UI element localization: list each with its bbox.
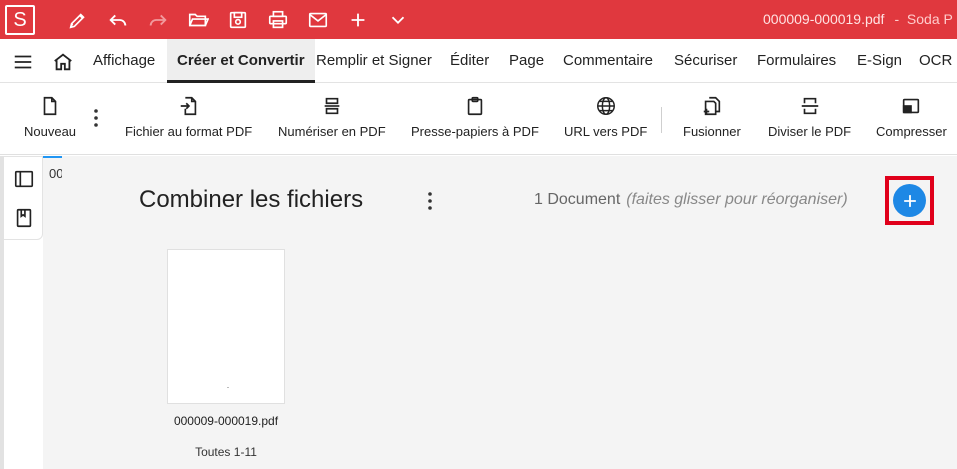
tab-affichage[interactable]: Affichage <box>93 39 155 83</box>
scan-to-pdf-button[interactable]: Numériser en PDF <box>278 84 386 155</box>
globe-icon <box>594 94 618 118</box>
compress-button[interactable]: Compresser <box>876 84 947 155</box>
ribbon-separator <box>661 107 662 133</box>
tab-remplir-et-signer[interactable]: Remplir et Signer <box>316 39 432 83</box>
file-name: 000009-000019.pdf <box>173 414 279 428</box>
page-title: Combiner les fichiers <box>139 186 364 213</box>
save-icon[interactable] <box>226 8 250 32</box>
menu-bar: Affichage Créer et Convertir Remplir et … <box>0 39 957 83</box>
url-to-pdf-button[interactable]: URL vers PDF <box>564 84 647 155</box>
clipboard-to-pdf-button[interactable]: Presse-papiers à PDF <box>411 84 539 155</box>
merge-icon <box>700 94 724 118</box>
print-icon[interactable] <box>266 8 290 32</box>
file-icon <box>38 94 62 118</box>
document-count: 1 Document (faites glisser pour réorganis… <box>534 191 848 209</box>
new-button-label: Nouveau <box>24 124 77 139</box>
tab-creer-et-convertir[interactable]: Créer et Convertir <box>167 39 315 83</box>
side-panel <box>4 156 43 240</box>
combine-options-icon[interactable] <box>420 190 440 212</box>
reorder-hint: (faites glisser pour réorganiser) <box>626 191 848 208</box>
more-options-icon[interactable] <box>86 106 106 130</box>
open-folder-icon[interactable] <box>186 8 210 32</box>
new-button[interactable]: Nouveau <box>24 84 76 155</box>
ribbon-toolbar: Nouveau Fichier au format PDF Numériser … <box>0 84 957 155</box>
file-thumbnail[interactable] <box>167 249 285 404</box>
add-file-button[interactable] <box>893 184 926 217</box>
scanner-icon <box>320 94 344 118</box>
file-to-pdf-label: Fichier au format PDF <box>125 124 253 139</box>
tab-e-sign[interactable]: E-Sign <box>857 39 902 83</box>
merge-label: Fusionner <box>683 124 741 139</box>
scan-to-pdf-label: Numériser en PDF <box>278 124 386 139</box>
panel-toggle-icon[interactable] <box>13 168 35 190</box>
document-tab-peek[interactable] <box>43 156 62 469</box>
tab-page[interactable]: Page <box>509 39 544 83</box>
document-tab-indicator <box>43 156 62 158</box>
clipboard-to-pdf-label: Presse-papiers à PDF <box>411 124 539 139</box>
undo-icon[interactable] <box>106 8 130 32</box>
redo-icon[interactable] <box>146 8 170 32</box>
app-logo[interactable]: S <box>5 5 35 35</box>
merge-button[interactable]: Fusionner <box>683 84 741 155</box>
tab-ocr[interactable]: OCR <box>919 39 952 83</box>
plus-icon[interactable] <box>346 8 370 32</box>
tab-securiser[interactable]: Sécuriser <box>674 39 737 83</box>
file-page-range[interactable]: Toutes 1-11 <box>167 445 285 459</box>
title-bar: S 000009-000019.pdf - Soda P <box>0 0 957 39</box>
pen-icon[interactable] <box>66 8 90 32</box>
split-pdf-label: Diviser le PDF <box>768 124 852 139</box>
bookmark-icon[interactable] <box>13 207 35 229</box>
tab-editer[interactable]: Éditer <box>450 39 489 83</box>
plus-icon <box>903 194 916 207</box>
file-to-pdf-button[interactable]: Fichier au format PDF <box>125 84 252 155</box>
compress-label: Compresser <box>876 124 947 139</box>
split-pdf-button[interactable]: Diviser le PDF <box>768 84 851 155</box>
url-to-pdf-label: URL vers PDF <box>564 124 648 139</box>
window-title: 000009-000019.pdf - Soda P <box>763 11 953 27</box>
app-name: - Soda P <box>894 11 953 27</box>
document-tab-label: 00 <box>49 166 62 181</box>
compress-icon <box>899 94 923 118</box>
home-icon[interactable] <box>52 51 74 73</box>
split-icon <box>798 94 822 118</box>
chevron-down-icon[interactable] <box>386 8 410 32</box>
page-mark <box>227 387 229 388</box>
hamburger-menu-icon[interactable] <box>12 51 34 73</box>
mail-icon[interactable] <box>306 8 330 32</box>
document-filename: 000009-000019.pdf <box>763 11 885 27</box>
file-convert-icon <box>177 94 201 118</box>
tab-commentaire[interactable]: Commentaire <box>563 39 653 83</box>
document-count-value: 1 Document <box>534 191 621 208</box>
clipboard-icon <box>463 94 487 118</box>
tab-formulaires[interactable]: Formulaires <box>757 39 836 83</box>
